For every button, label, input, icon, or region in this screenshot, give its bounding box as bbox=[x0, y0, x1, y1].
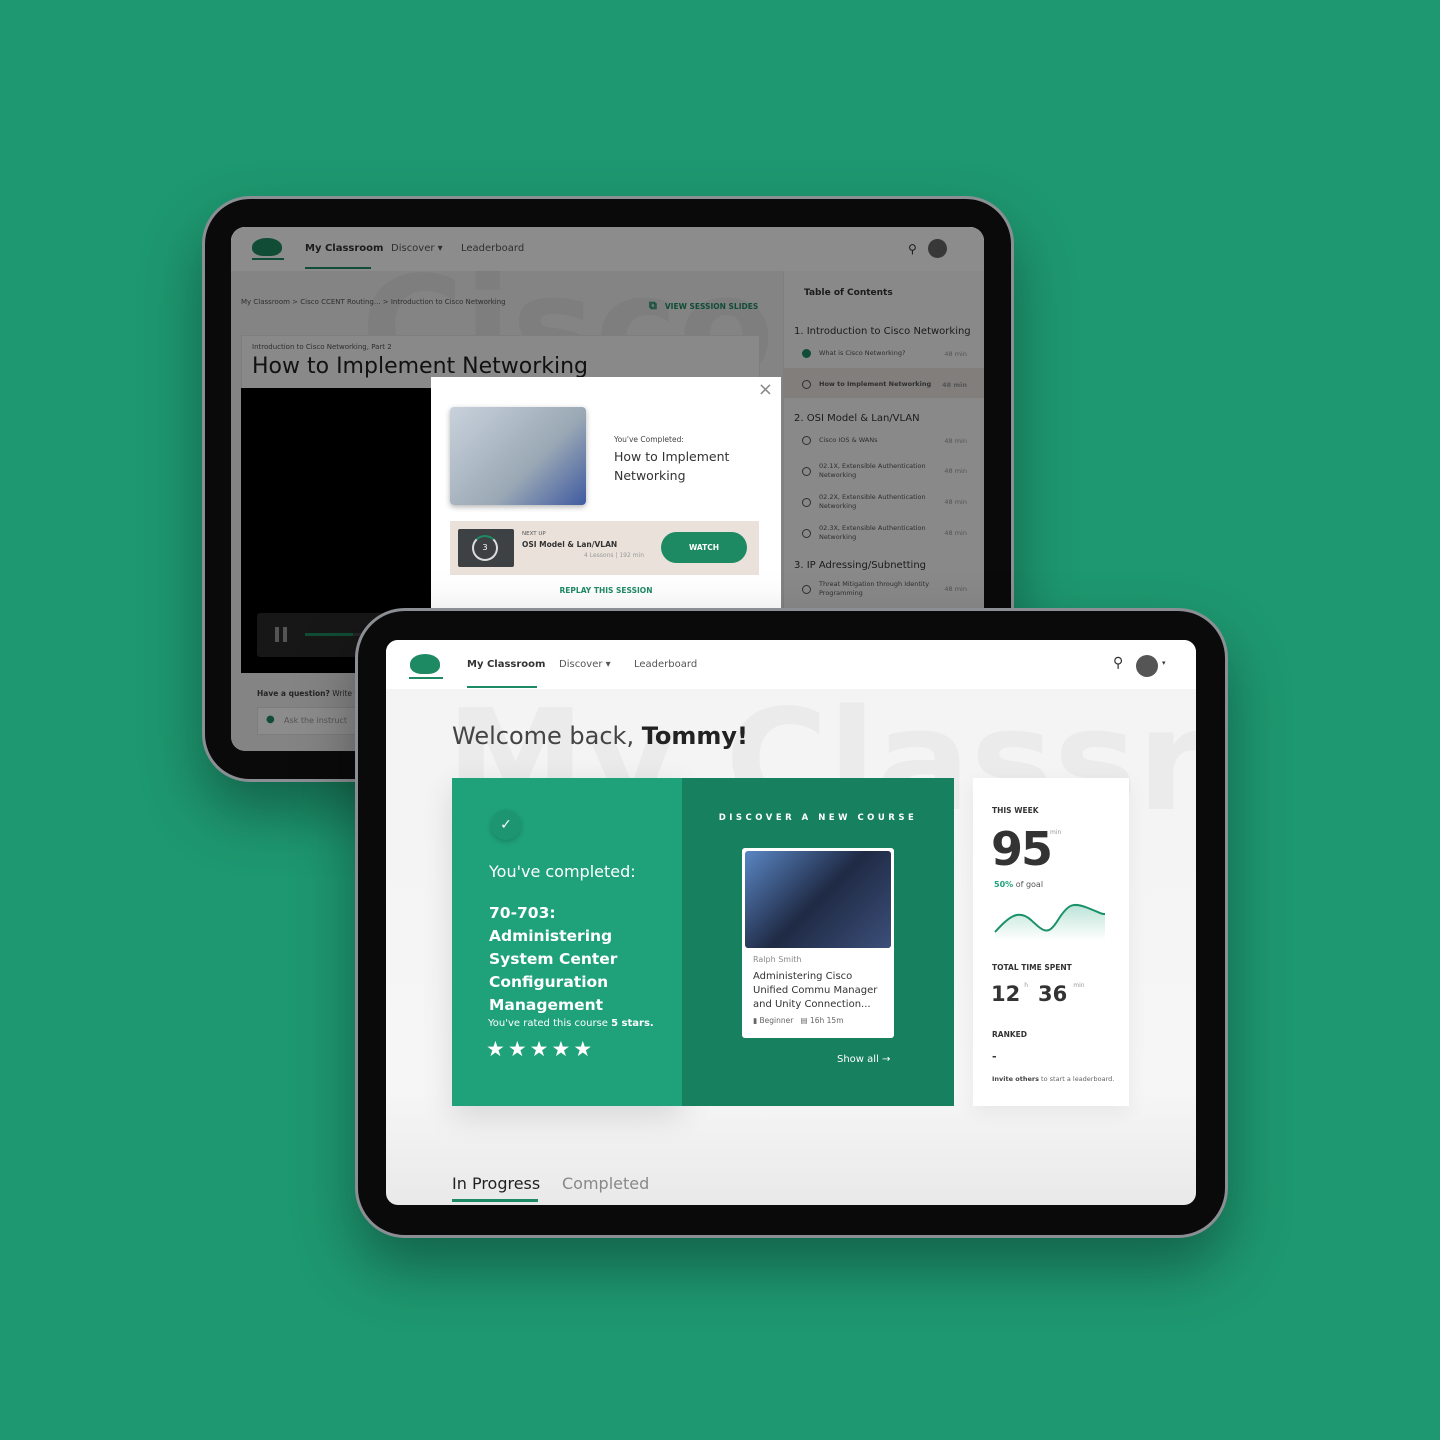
top-nav: My Classroom Discover ▾ Leaderboard ⚲ ▾ bbox=[386, 640, 1196, 689]
star-icon: ★ bbox=[507, 1037, 527, 1061]
stats-card: THIS WEEK 95 min 50% of goal TOTAL TIME … bbox=[973, 778, 1129, 1106]
completion-modal: × You've Completed: How to Implement Net… bbox=[431, 377, 781, 617]
completed-course-title: 70-703: Administering System Center Conf… bbox=[489, 904, 618, 1014]
show-all-link[interactable]: Show all → bbox=[837, 1054, 890, 1065]
rated-prefix: You've rated this course bbox=[488, 1018, 612, 1029]
sparkline-area bbox=[995, 904, 1105, 940]
tab-active-underline bbox=[452, 1199, 538, 1202]
ranked-label: RANKED bbox=[992, 1030, 1028, 1039]
next-title: OSI Model & Lan/VLAN bbox=[522, 540, 618, 549]
next-meta: 4 Lessons | 192 min bbox=[584, 552, 645, 559]
course-level: Beginner bbox=[759, 1016, 794, 1025]
film-icon: ▤ bbox=[800, 1016, 808, 1025]
logo-icon bbox=[410, 654, 440, 674]
this-week-unit: min bbox=[1050, 829, 1062, 836]
chevron-down-icon[interactable]: ▾ bbox=[1162, 659, 1166, 667]
completed-thumbnail bbox=[450, 407, 586, 505]
front-screen: My Classr My Classroom Discover ▾ Leader… bbox=[386, 640, 1196, 1205]
this-week-label: THIS WEEK bbox=[992, 806, 1039, 815]
check-icon: ✓ bbox=[491, 810, 521, 840]
course-thumbnail bbox=[745, 851, 891, 948]
avatar[interactable] bbox=[1136, 655, 1158, 677]
course-author: Ralph Smith bbox=[753, 955, 802, 964]
completed-title: How to Implement Networking bbox=[614, 449, 730, 483]
nav-discover-label: Discover bbox=[559, 659, 603, 670]
course-duration: 16h 15m bbox=[809, 1016, 844, 1025]
close-icon[interactable]: × bbox=[758, 379, 773, 400]
goal-suffix: of goal bbox=[1013, 880, 1044, 889]
welcome-text: Welcome back, bbox=[452, 722, 642, 750]
arrow-right-icon: → bbox=[882, 1054, 891, 1065]
total-hours: 12 bbox=[991, 982, 1021, 1006]
completed-panel: ✓ You've completed: 70-703: Administerin… bbox=[452, 778, 682, 1106]
tab-in-progress[interactable]: In Progress bbox=[452, 1174, 540, 1193]
level-bars-icon: ▮ bbox=[753, 1016, 758, 1025]
welcome-heading: Welcome back, Tommy! bbox=[452, 722, 748, 750]
ranked-value: - bbox=[992, 1050, 997, 1063]
hours-unit: h bbox=[1024, 982, 1029, 989]
goal-percent: 50% bbox=[994, 880, 1014, 889]
course-meta: ▮ Beginner ▤ 16h 15m bbox=[753, 1016, 844, 1025]
nav-active-underline bbox=[467, 686, 537, 688]
watch-button[interactable]: WATCH bbox=[661, 532, 747, 563]
invite-rest: to start a leaderboard. bbox=[1038, 1075, 1115, 1083]
rated-value: 5 stars. bbox=[611, 1018, 654, 1029]
star-icon: ★ bbox=[551, 1037, 571, 1061]
star-icon: ★ bbox=[529, 1037, 549, 1061]
discover-panel: DISCOVER A NEW COURSE Ralph Smith Admini… bbox=[682, 778, 954, 1106]
minutes-unit: min bbox=[1073, 982, 1085, 989]
total-time-label: TOTAL TIME SPENT bbox=[992, 963, 1072, 972]
star-icon: ★ bbox=[486, 1037, 505, 1061]
course-card[interactable]: Ralph Smith Administering Cisco Unified … bbox=[742, 848, 894, 1038]
user-name: Tommy! bbox=[641, 722, 748, 750]
completed-label: You've Completed: bbox=[614, 435, 684, 444]
course-title: Administering Cisco Unified Commu Manage… bbox=[753, 971, 878, 1010]
total-minutes: 36 bbox=[1038, 982, 1068, 1006]
logo-base bbox=[409, 677, 443, 679]
nav-discover[interactable]: Discover ▾ bbox=[559, 659, 611, 670]
nav-my-classroom[interactable]: My Classroom bbox=[467, 659, 545, 670]
invite-others-link[interactable]: Invite others bbox=[992, 1075, 1039, 1083]
next-thumbnail: 3 bbox=[458, 529, 514, 567]
next-up-bar: 3 NEXT UP OSI Model & Lan/VLAN 4 Lessons… bbox=[450, 521, 759, 575]
rating-text: You've rated this course 5 stars. bbox=[488, 1018, 654, 1029]
star-icon: ★ bbox=[573, 1037, 593, 1061]
total-time-value: 12 h 36 min bbox=[991, 982, 1085, 1006]
nav-leaderboard[interactable]: Leaderboard bbox=[634, 659, 697, 670]
goal-text: 50% of goal bbox=[994, 880, 1043, 889]
this-week-value: 95 bbox=[991, 822, 1053, 876]
invite-text: Invite others to start a leaderboard. bbox=[992, 1075, 1114, 1083]
search-icon[interactable]: ⚲ bbox=[1113, 655, 1123, 671]
replay-session-link[interactable]: REPLAY THIS SESSION bbox=[431, 586, 781, 595]
countdown-ring: 3 bbox=[472, 535, 498, 561]
tab-completed[interactable]: Completed bbox=[562, 1174, 649, 1193]
weekly-trend-sparkline bbox=[994, 903, 1106, 940]
completed-label: You've completed: bbox=[489, 862, 636, 881]
star-rating: ★ ★ ★ ★ ★ bbox=[486, 1037, 595, 1061]
next-up-label: NEXT UP bbox=[522, 531, 546, 537]
show-all-label: Show all bbox=[837, 1054, 879, 1065]
discover-heading: DISCOVER A NEW COURSE bbox=[718, 813, 918, 823]
